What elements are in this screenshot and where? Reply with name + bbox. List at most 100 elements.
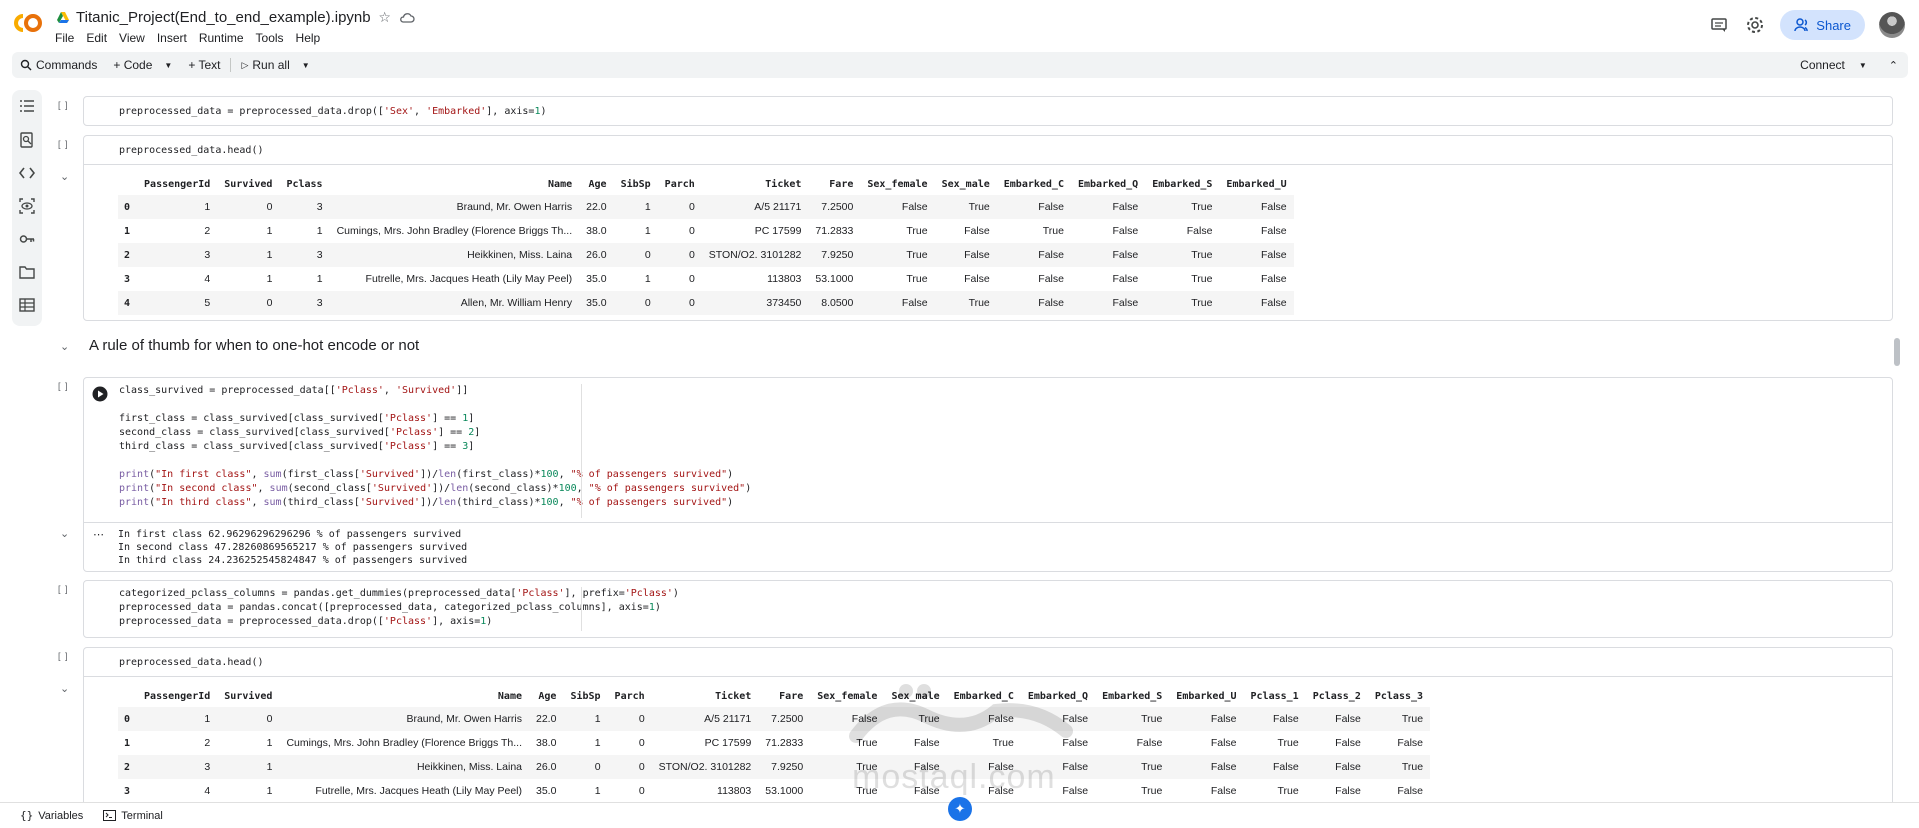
menu-bar: File Edit View Insert Runtime Tools Help (55, 31, 320, 45)
table-of-contents-icon[interactable] (19, 98, 35, 114)
table-cell: Futrelle, Mrs. Jacques Heath (Lily May P… (365, 273, 573, 285)
menu-tools[interactable]: Tools (256, 31, 284, 45)
row-index: 1 (124, 737, 131, 749)
table-cell: 5 (137, 291, 218, 315)
menu-help[interactable]: Help (296, 31, 321, 45)
output-menu-icon[interactable]: ⋯ (93, 528, 104, 541)
table-cell: 1 (217, 755, 280, 779)
table-cell: False (860, 195, 935, 219)
star-icon[interactable]: ☆ (377, 9, 393, 26)
table-cell: 71.2833 (815, 225, 854, 237)
commands-button[interactable]: Commands (12, 54, 105, 76)
menu-runtime[interactable]: Runtime (199, 31, 244, 45)
table-row: 2 3 1 Heikkinen, Miss. Laina 26.0 0 0 STON/O2. … (118, 755, 1431, 779)
table-cell: 0 (607, 755, 652, 779)
code-text: preprocessed_data.head() (119, 657, 264, 668)
terminal-label: Terminal (121, 809, 163, 822)
notebook-title[interactable]: Titanic_Project(End_to_end_example).ipyn… (76, 9, 371, 26)
table-cell: 26.0 (579, 243, 614, 267)
code-cell[interactable]: class_survived = preprocessed_data[['Pcl… (83, 377, 1893, 572)
table-cell: 0 (563, 755, 608, 779)
table-cell: False (1070, 243, 1146, 267)
row-index: 0 (118, 707, 138, 731)
add-text-button[interactable]: + Text (180, 54, 228, 76)
table-cell: False (1062, 737, 1089, 749)
table-cell: False (1305, 707, 1368, 731)
table-cell: Cumings, Mrs. John Bradley (Florence Bri… (286, 737, 522, 749)
chevron-down-icon[interactable]: ▼ (302, 61, 310, 70)
menu-insert[interactable]: Insert (157, 31, 187, 45)
cloud-icon[interactable] (399, 10, 415, 26)
code-snippets-icon[interactable] (19, 165, 35, 181)
table-cell: 7.9250 (758, 755, 811, 779)
chevron-down-icon[interactable]: ▼ (1859, 61, 1867, 70)
table-cell: False (913, 785, 940, 797)
table-cell: STON/O2. 3101282 (651, 755, 759, 779)
connect-button[interactable]: Connect ▼ (1792, 54, 1875, 76)
terminal-button[interactable]: Terminal (103, 810, 163, 822)
chevron-up-icon[interactable]: ⌃ (1889, 59, 1898, 72)
share-label: Share (1816, 17, 1851, 33)
column-header: PassengerId (144, 179, 211, 190)
colab-logo[interactable] (12, 12, 44, 34)
table-cell: 22.0 (529, 707, 564, 731)
menu-view[interactable]: View (119, 31, 145, 45)
column-header: Fare (829, 179, 854, 190)
table-cell: 0 (688, 225, 695, 237)
share-button[interactable]: Share (1780, 10, 1865, 40)
table-cell: False (1260, 225, 1287, 237)
table-cell: False (1243, 755, 1306, 779)
code-line[interactable]: preprocessed_data.head() (119, 656, 264, 670)
code-block[interactable]: class_survived = preprocessed_data[['Pcl… (119, 384, 751, 510)
code-cell[interactable]: preprocessed_data.head() PassengerId Surv… (83, 135, 1893, 321)
column-header: Embarked_U (1226, 179, 1287, 190)
secrets-key-icon[interactable] (19, 231, 35, 247)
column-header: Parch (664, 179, 695, 190)
variables-button[interactable]: {} Variables (20, 809, 83, 822)
table-header-row: PassengerId Survived Pclass Name Age SibSp Par… (118, 174, 1294, 195)
column-header: PassengerId (144, 691, 211, 702)
find-replace-icon[interactable] (19, 132, 35, 148)
cell-execution-count: [ ] (58, 651, 69, 661)
scrollbar-thumb[interactable] (1894, 338, 1900, 366)
table-cell: False (996, 243, 1071, 267)
table-cell: 1 (594, 785, 601, 797)
code-cell[interactable]: preprocessed_data = preprocessed_data.dr… (83, 96, 1893, 126)
table-cell: 38.0 (536, 737, 557, 749)
comment-icon[interactable] (1708, 14, 1730, 36)
gemini-sparkle-icon[interactable]: ✦ (948, 797, 972, 821)
collapse-output-chevron-icon[interactable]: ⌄ (60, 527, 69, 540)
output-divider (84, 164, 1892, 165)
folder-icon[interactable] (19, 264, 35, 280)
collapse-output-chevron-icon[interactable]: ⌄ (60, 682, 69, 695)
collapse-output-chevron-icon[interactable]: ⌄ (60, 170, 69, 183)
avatar[interactable] (1879, 12, 1905, 38)
section-collapse-chevron-icon[interactable]: ⌄ (60, 340, 69, 353)
table-cell: 1 (563, 707, 608, 731)
code-cell[interactable]: categorized_pclass_columns = pandas.get_… (83, 580, 1893, 638)
code-cell[interactable]: preprocessed_data.head() PassengerId Surv… (83, 647, 1893, 807)
add-code-label: + Code (113, 58, 153, 72)
run-cell-play-icon[interactable] (92, 386, 108, 402)
menu-file[interactable]: File (55, 31, 74, 45)
add-code-button[interactable]: + Code ▼ (105, 54, 180, 76)
code-block[interactable]: categorized_pclass_columns = pandas.get_… (119, 587, 679, 629)
table-cell: 4 (204, 273, 211, 285)
menu-edit[interactable]: Edit (86, 31, 107, 45)
variable-inspector-icon[interactable] (19, 198, 35, 214)
table-cell: False (964, 273, 990, 285)
table-cell: Heikkinen, Miss. Laina (279, 755, 529, 779)
table-cell: 35.0 (536, 785, 557, 797)
code-line[interactable]: preprocessed_data.head() (119, 144, 264, 158)
column-header: Name (548, 179, 573, 190)
data-table-icon[interactable] (19, 297, 35, 313)
chevron-down-icon[interactable]: ▼ (164, 61, 172, 70)
column-header: Sex_male (891, 691, 940, 702)
table-cell: 35.0 (586, 273, 607, 285)
code-line[interactable]: preprocessed_data = preprocessed_data.dr… (119, 105, 547, 119)
table-cell: True (884, 707, 947, 731)
run-all-button[interactable]: ▷ Run all ▼ (233, 54, 317, 76)
settings-gear-icon[interactable] (1744, 14, 1766, 36)
table-cell: 0 (657, 291, 702, 315)
table-row: 2 3 1 3 Heikkinen, Miss. Laina 26.0 0 0 STON/O2.… (118, 243, 1294, 267)
